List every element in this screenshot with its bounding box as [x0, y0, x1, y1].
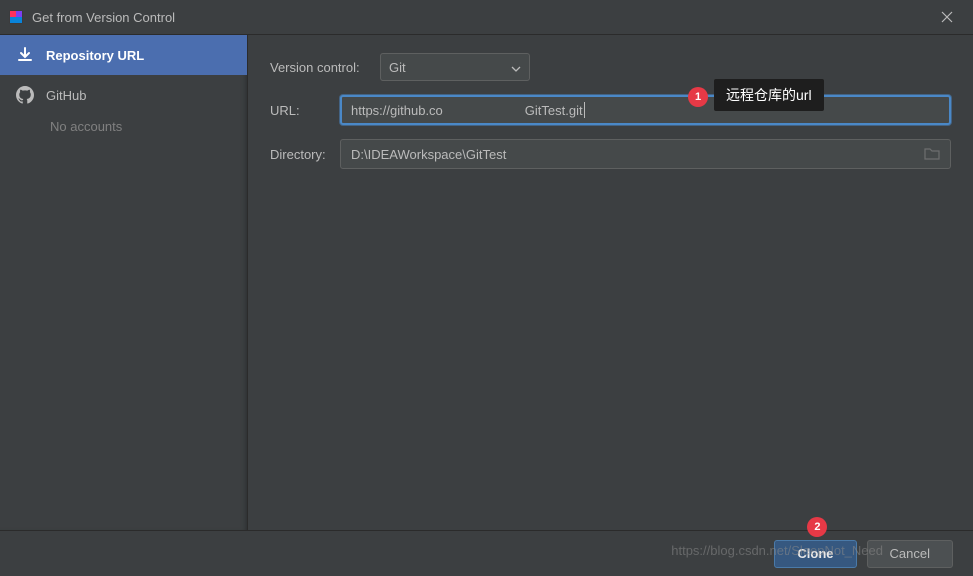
cancel-button-label: Cancel: [890, 546, 930, 561]
annotation-badge-1: 1: [688, 87, 708, 107]
clone-button-label: Clone: [797, 546, 833, 561]
github-icon: [16, 86, 36, 104]
redacted-segment: [445, 101, 523, 119]
url-value-prefix: https://github.co: [351, 103, 443, 118]
url-label: URL:: [270, 103, 340, 118]
content-panel: Version control: Git URL: https://github…: [248, 35, 973, 530]
directory-input[interactable]: D:\IDEAWorkspace\GitTest: [340, 139, 951, 169]
sidebar-item-github[interactable]: GitHub: [0, 75, 247, 115]
titlebar: Get from Version Control: [0, 0, 973, 35]
version-control-select[interactable]: Git: [380, 53, 530, 81]
text-cursor: [584, 102, 585, 118]
url-value-suffix: GitTest.git: [525, 103, 583, 118]
window-title: Get from Version Control: [32, 10, 929, 25]
chevron-down-icon: [511, 60, 521, 75]
version-control-value: Git: [389, 60, 406, 75]
sidebar-sublabel: No accounts: [0, 115, 247, 138]
version-control-label: Version control:: [270, 60, 380, 75]
sidebar: Repository URL GitHub No accounts: [0, 35, 248, 530]
close-button[interactable]: [929, 0, 965, 35]
url-input[interactable]: https://github.co GitTest.git: [340, 95, 951, 125]
sidebar-item-label: Repository URL: [46, 48, 144, 63]
main-area: Repository URL GitHub No accounts Versio…: [0, 35, 973, 530]
clone-button[interactable]: Clone 2: [774, 540, 856, 568]
app-icon: [8, 9, 24, 25]
download-icon: [16, 46, 36, 64]
footer: Clone 2 Cancel: [0, 530, 973, 576]
annotation-badge-2: 2: [807, 517, 827, 537]
directory-row: Directory: D:\IDEAWorkspace\GitTest: [270, 139, 951, 169]
version-control-row: Version control: Git: [270, 53, 951, 81]
sidebar-item-repository-url[interactable]: Repository URL: [0, 35, 247, 75]
url-row: URL: https://github.co GitTest.git: [270, 95, 951, 125]
cancel-button[interactable]: Cancel: [867, 540, 953, 568]
directory-label: Directory:: [270, 147, 340, 162]
directory-value: D:\IDEAWorkspace\GitTest: [351, 147, 506, 162]
annotation-label-1: 远程仓库的url: [714, 79, 824, 111]
folder-icon[interactable]: [924, 146, 940, 163]
sidebar-item-label: GitHub: [46, 88, 86, 103]
